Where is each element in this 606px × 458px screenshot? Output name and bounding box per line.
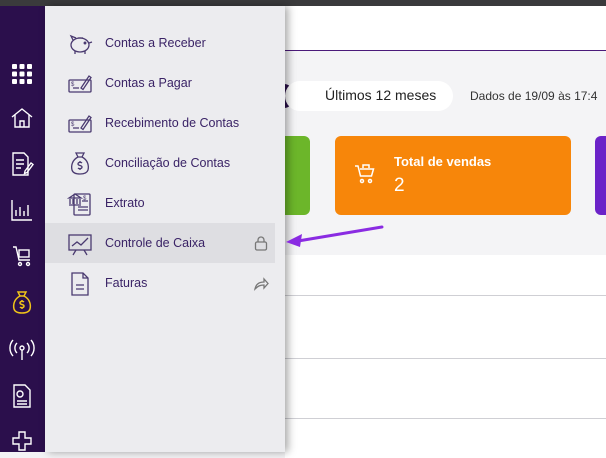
menu-item-label: Contas a Receber	[105, 36, 206, 50]
sidebar	[0, 6, 45, 452]
row-divider	[285, 295, 606, 296]
chart-board-icon	[68, 234, 92, 256]
document-icon	[71, 272, 89, 296]
edit-document-icon[interactable]	[8, 150, 36, 178]
card-title: Total de vendas	[394, 154, 492, 169]
period-label[interactable]: Últimos 12 meses	[325, 87, 436, 103]
summary-card-sales[interactable]: Total de vendas 2	[335, 136, 571, 215]
share-icon[interactable]	[253, 275, 269, 291]
row-divider	[285, 358, 606, 359]
menu-item-label: Faturas	[105, 276, 148, 290]
cart-icon[interactable]	[8, 242, 36, 270]
menu-item-label: Conciliação de Contas	[105, 156, 231, 170]
row-divider	[285, 418, 606, 419]
menu-item-contas-a-pagar[interactable]: $ Contas a Pagar	[45, 63, 275, 103]
header-divider	[285, 50, 606, 51]
lock-icon	[254, 236, 268, 251]
money-bag-icon	[71, 152, 89, 175]
financial-dropdown-menu: Contas a Receber $ Contas a Pagar $ Rece…	[45, 6, 285, 452]
grid-icon[interactable]	[8, 60, 36, 88]
bank-statement-icon: $	[67, 193, 91, 216]
content-panel	[285, 255, 606, 458]
cart-icon	[355, 164, 375, 184]
menu-item-extrato[interactable]: $ Extrato	[45, 183, 275, 223]
menu-item-faturas[interactable]: Faturas	[45, 263, 275, 303]
menu-item-label: Recebimento de Contas	[105, 116, 240, 130]
updated-timestamp: Dados de 19/09 às 17:4	[470, 89, 598, 103]
card-value: 2	[394, 175, 405, 196]
broadcast-icon[interactable]	[8, 336, 36, 364]
svg-text:$: $	[71, 122, 75, 128]
menu-item-label: Extrato	[105, 196, 145, 210]
chart-icon[interactable]	[8, 196, 36, 224]
menu-item-label: Controle de Caixa	[105, 236, 206, 250]
menu-item-controle-de-caixa[interactable]: Controle de Caixa	[45, 223, 275, 263]
piggy-bank-icon	[69, 34, 93, 54]
summary-card-purple[interactable]	[595, 136, 606, 215]
home-icon[interactable]	[8, 104, 36, 132]
menu-item-contas-a-receber[interactable]: Contas a Receber	[45, 23, 275, 63]
report-icon[interactable]	[8, 382, 36, 410]
svg-text:$: $	[71, 82, 75, 88]
annotation-arrow-icon	[286, 225, 384, 247]
menu-item-recebimento-de-contas[interactable]: $ Recebimento de Contas	[45, 103, 275, 143]
money-bag-icon[interactable]	[8, 288, 36, 316]
menu-item-label: Contas a Pagar	[105, 76, 192, 90]
menu-item-conciliacao-de-contas[interactable]: Conciliação de Contas	[45, 143, 275, 183]
check-pay-icon: $	[68, 75, 92, 93]
check-receive-icon: $	[68, 115, 92, 133]
